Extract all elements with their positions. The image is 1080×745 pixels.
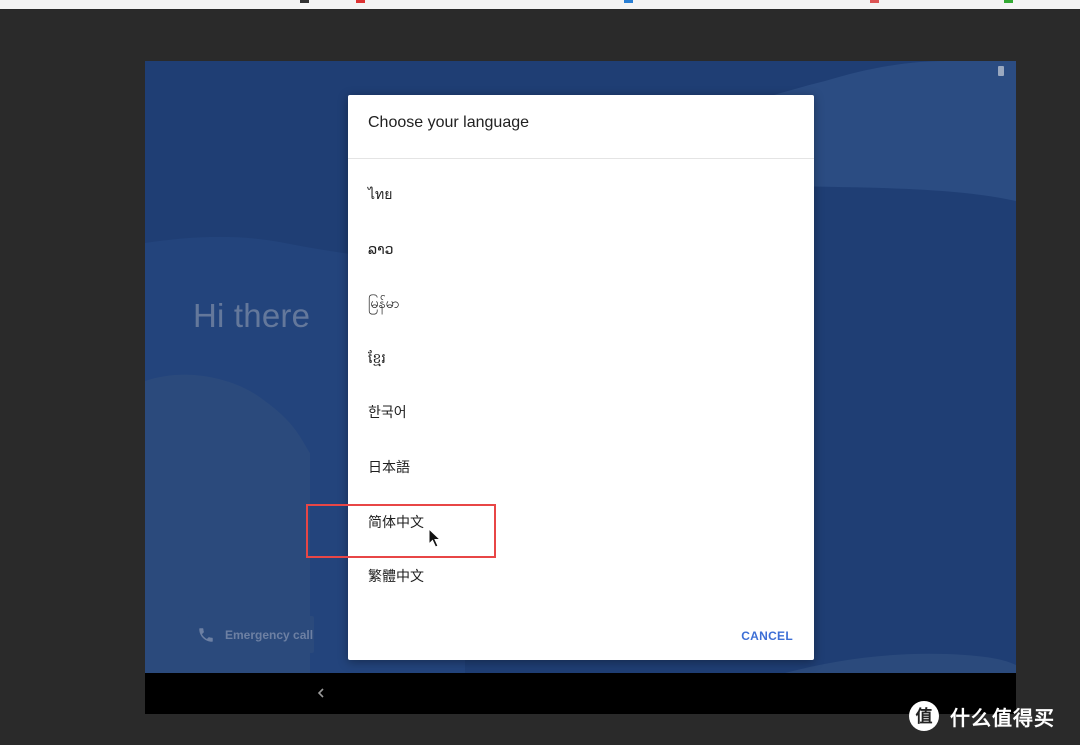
- top-strip: [0, 0, 1080, 9]
- language-label: မြန်မာ: [368, 296, 400, 313]
- watermark-text: 什么值得买: [950, 705, 1055, 730]
- toolbar-mark: [870, 0, 879, 3]
- language-dialog: Choose your language ไทย ລາວ မြန်မာ ខ្មែ…: [348, 95, 814, 660]
- language-item-traditional-chinese[interactable]: 繁體中文: [348, 559, 814, 614]
- language-item-thai[interactable]: ไทย: [348, 177, 814, 232]
- battery-icon: [998, 66, 1004, 76]
- language-label: 한국어: [368, 405, 407, 422]
- language-item-lao[interactable]: ລາວ: [348, 232, 814, 287]
- greeting-text: Hi there: [193, 297, 311, 334]
- language-item-burmese[interactable]: မြန်မာ: [348, 286, 814, 341]
- language-label: 日本語: [368, 459, 410, 476]
- dialog-title: Choose your language: [368, 114, 530, 131]
- navigation-bar: [145, 673, 1016, 714]
- language-label: ខ្មែរ: [368, 350, 386, 367]
- watermark-logo-icon: 值: [909, 701, 939, 731]
- mouse-cursor-icon: [428, 528, 442, 548]
- toolbar-mark: [624, 0, 633, 3]
- toolbar-mark: [1004, 0, 1013, 3]
- divider: [348, 158, 814, 159]
- watermark: 值 什么值得买: [908, 700, 1055, 732]
- language-item-korean[interactable]: 한국어: [348, 395, 814, 450]
- language-item-khmer[interactable]: ខ្មែរ: [348, 341, 814, 396]
- highlight-box: [306, 504, 496, 558]
- back-icon[interactable]: [315, 685, 327, 701]
- language-label: 繁體中文: [368, 569, 424, 586]
- phone-icon: [199, 627, 213, 642]
- watermark-badge-text: 值: [916, 706, 933, 727]
- toolbar-mark: [300, 0, 309, 3]
- language-label: ລາວ: [368, 241, 394, 258]
- emergency-call-label: Emergency call: [225, 627, 314, 642]
- cancel-button[interactable]: CANCEL: [741, 629, 793, 643]
- emergency-call-button[interactable]: Emergency call: [188, 616, 314, 653]
- language-label: ไทย: [368, 187, 393, 203]
- toolbar-mark: [356, 0, 365, 3]
- language-item-japanese[interactable]: 日本語: [348, 450, 814, 505]
